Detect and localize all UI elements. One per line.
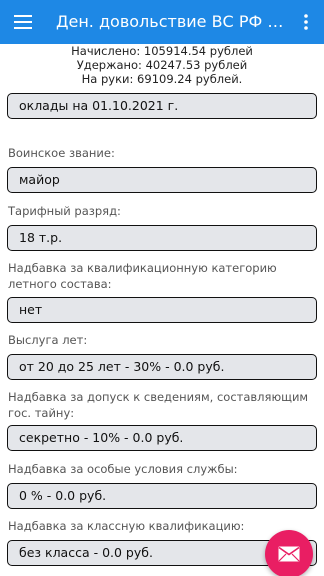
send-mail-button[interactable] <box>265 530 313 576</box>
mail-icon <box>278 546 300 562</box>
menu-button[interactable] <box>0 0 46 44</box>
overflow-menu-button[interactable] <box>294 0 318 44</box>
secrecy-allowance-label: Надбавка за допуск к сведениям, составля… <box>8 390 309 420</box>
tariff-grade-select[interactable]: 18 т.р. <box>7 225 317 251</box>
special-conditions-select[interactable]: 0 % - 0.0 руб. <box>7 483 317 509</box>
flight-category-label: Надбавка за квалификационную категорию л… <box>8 261 277 291</box>
withheld-total: Удержано: 40247.53 рублей <box>76 58 248 72</box>
rank-select[interactable]: майор <box>7 167 317 193</box>
accrued-total: Начислено: 105914.54 рублей <box>71 44 253 58</box>
salary-date-select[interactable]: оклады на 01.10.2021 г. <box>7 93 317 119</box>
app-bar: Ден. довольствие ВС РФ 2... <box>0 0 324 44</box>
flight-category-select[interactable]: нет <box>7 297 317 323</box>
class-qualification-label: Надбавка за классную квалификацию: <box>8 519 245 533</box>
special-conditions-label: Надбавка за особые условия службы: <box>8 462 238 476</box>
tariff-grade-label: Тарифный разряд: <box>8 204 121 218</box>
salary-summary: Начислено: 105914.54 рублей Удержано: 40… <box>0 44 324 86</box>
secrecy-allowance-select[interactable]: секретно - 10% - 0.0 руб. <box>7 425 317 451</box>
more-vert-icon <box>304 14 308 30</box>
app-title: Ден. довольствие ВС РФ 2... <box>56 12 288 31</box>
service-years-label: Выслуга лет: <box>8 333 88 347</box>
net-total: На руки: 69109.24 рублей. <box>81 72 243 86</box>
hamburger-menu-icon <box>14 15 32 29</box>
service-years-select[interactable]: от 20 до 25 лет - 30% - 0.0 руб. <box>7 354 317 380</box>
rank-label: Воинское звание: <box>8 146 115 160</box>
